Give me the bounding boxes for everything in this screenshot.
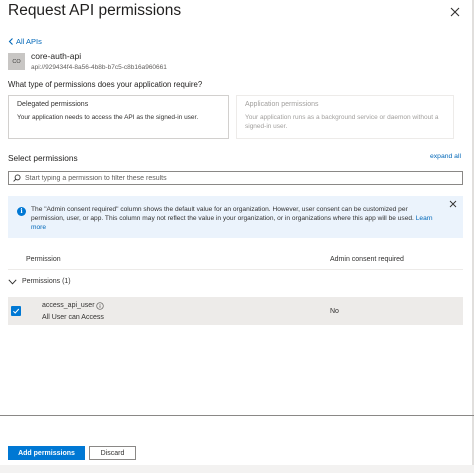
application-permissions-card: Application permissions Your application… xyxy=(236,95,454,139)
api-name: core-auth-api xyxy=(31,51,82,61)
info-banner-text: The "Admin consent required" column show… xyxy=(31,205,443,232)
delegated-permissions-title: Delegated permissions xyxy=(17,101,89,108)
panel-title: Request API permissions xyxy=(8,2,182,19)
api-avatar: CO xyxy=(8,53,25,70)
close-icon[interactable] xyxy=(447,4,463,20)
expand-all-link[interactable]: expand all xyxy=(430,153,461,160)
discard-button[interactable]: Discard xyxy=(89,446,136,460)
dismiss-banner-icon[interactable] xyxy=(449,200,457,208)
permissions-group-label: Permissions (1) xyxy=(22,278,71,285)
checkmark-icon xyxy=(13,308,20,314)
add-permissions-button[interactable]: Add permissions xyxy=(8,446,85,460)
application-permissions-description: Your application runs as a background se… xyxy=(245,114,439,130)
permission-type-question: What type of permissions does your appli… xyxy=(8,80,203,89)
select-permissions-label: Select permissions xyxy=(8,153,78,163)
chevron-down-icon xyxy=(8,278,17,285)
permission-checkbox[interactable] xyxy=(11,306,21,316)
permission-search-input[interactable] xyxy=(25,174,445,182)
permission-name: access_api_user xyxy=(42,302,95,309)
bottom-scroll-area xyxy=(0,465,474,473)
info-icon: i xyxy=(17,207,26,216)
permission-info-icon[interactable] xyxy=(96,302,104,310)
back-link-label: All APIs xyxy=(16,37,42,46)
permission-description: All User can Access xyxy=(42,314,104,321)
permission-search-box[interactable] xyxy=(8,171,463,185)
chevron-left-icon xyxy=(8,38,13,45)
footer-divider xyxy=(0,415,474,416)
permissions-group-toggle[interactable]: Permissions (1) xyxy=(8,278,71,285)
column-header-permission: Permission xyxy=(26,256,61,263)
admin-consent-value: No xyxy=(330,308,339,315)
delegated-permissions-description: Your application needs to access the API… xyxy=(17,114,199,121)
application-permissions-title: Application permissions xyxy=(245,101,319,108)
delegated-permissions-card[interactable]: Delegated permissions Your application n… xyxy=(8,95,229,139)
info-banner-message: The "Admin consent required" column show… xyxy=(31,206,414,222)
back-to-all-apis-link[interactable]: All APIs xyxy=(8,37,42,46)
column-header-admin-consent: Admin consent required xyxy=(330,256,404,263)
api-uri: api://929434f4-8a56-4b8b-b7c5-c8b16a9606… xyxy=(31,64,167,71)
search-icon xyxy=(13,174,21,182)
table-header-divider xyxy=(8,269,463,270)
